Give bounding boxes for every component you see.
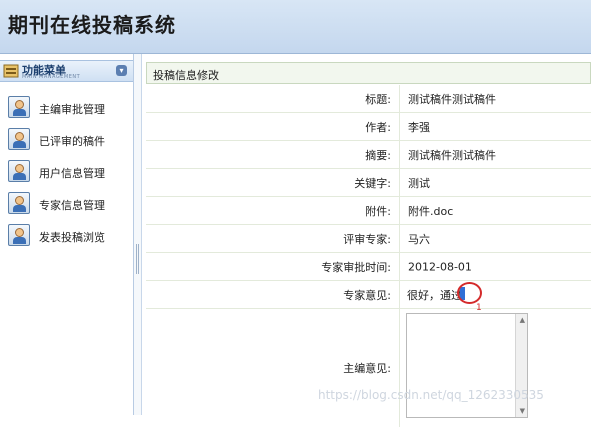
form-row-editor-opinion: 主编意见: ▲ ▼ — [146, 309, 591, 427]
field-label: 专家意见: — [343, 288, 391, 302]
menu-header: 功能菜单 MAIN MANAGEMENT ▾ — [0, 60, 133, 82]
splitter-grip[interactable] — [136, 244, 139, 274]
annotation-circle — [457, 282, 482, 304]
form-row-title: 标题: 测试稿件测试稿件 — [146, 85, 591, 113]
app-header: 期刊在线投稿系统 — [0, 0, 591, 54]
field-label: 作者: — [365, 120, 391, 134]
user-icon — [8, 160, 30, 182]
user-icon — [8, 128, 30, 150]
field-label: 专家审批时间: — [321, 260, 391, 274]
field-value: 2012-08-01 — [408, 260, 472, 273]
form-row-review-date: 专家审批时间: 2012-08-01 — [146, 253, 591, 281]
menu-subtitle: MAIN MANAGEMENT — [22, 74, 81, 80]
panel-title: 投稿信息修改 — [146, 62, 591, 84]
collapse-icon[interactable]: ▾ — [116, 65, 127, 76]
user-icon — [8, 224, 30, 246]
watermark: https://blog.csdn.net/qq_1262330535 — [318, 388, 544, 402]
sidebar-splitter[interactable] — [134, 54, 142, 415]
menu-icon — [3, 64, 19, 78]
sidebar-item-editor-approval[interactable]: 主编审批管理 — [8, 96, 130, 120]
form-row-author: 作者: 李强 — [146, 113, 591, 141]
field-value: 测试 — [408, 176, 430, 190]
field-label: 摘要: — [365, 148, 391, 162]
field-value: 李强 — [408, 120, 430, 134]
editor-opinion-textarea[interactable]: ▲ ▼ — [406, 313, 528, 418]
form-row-reviewer: 评审专家: 马六 — [146, 225, 591, 253]
form-row-keywords: 关键字: 测试 — [146, 169, 591, 197]
field-label: 附件: — [365, 204, 391, 218]
field-label: 标题: — [365, 92, 391, 106]
field-label: 评审专家: — [343, 232, 391, 246]
sidebar-item-label: 发表投稿浏览 — [39, 231, 105, 244]
field-value: 马六 — [408, 232, 430, 246]
sidebar-item-label: 专家信息管理 — [39, 199, 105, 212]
sidebar-item-label: 主编审批管理 — [39, 103, 105, 116]
form-row-expert-opinion: 专家意见: 1 — [146, 281, 591, 313]
scroll-down-icon[interactable]: ▼ — [520, 407, 525, 415]
user-icon — [8, 96, 30, 118]
field-label: 主编意见: — [343, 362, 391, 375]
sidebar-item-label: 用户信息管理 — [39, 167, 105, 180]
scroll-up-icon[interactable]: ▲ — [520, 316, 525, 324]
sidebar-item-user-management[interactable]: 用户信息管理 — [8, 160, 130, 184]
field-value: 测试稿件测试稿件 — [408, 92, 496, 106]
sidebar-item-expert-management[interactable]: 专家信息管理 — [8, 192, 130, 216]
attachment-link[interactable]: 附件.doc — [408, 203, 453, 219]
sidebar: 功能菜单 MAIN MANAGEMENT ▾ 主编审批管理 已评审的稿件 用户信… — [0, 54, 134, 415]
main-content: 投稿信息修改 标题: 测试稿件测试稿件 作者: 李强 摘要: 测试稿件测试稿件 … — [146, 62, 591, 427]
field-value: 测试稿件测试稿件 — [408, 148, 496, 162]
user-icon — [8, 192, 30, 214]
form-row-attachment: 附件: 附件.doc — [146, 197, 591, 225]
sidebar-item-label: 已评审的稿件 — [39, 135, 105, 148]
field-label: 关键字: — [354, 176, 391, 190]
app-title: 期刊在线投稿系统 — [8, 13, 176, 37]
form-row-abstract: 摘要: 测试稿件测试稿件 — [146, 141, 591, 169]
sidebar-item-published-browse[interactable]: 发表投稿浏览 — [8, 224, 130, 248]
sidebar-item-reviewed-manuscripts[interactable]: 已评审的稿件 — [8, 128, 130, 152]
